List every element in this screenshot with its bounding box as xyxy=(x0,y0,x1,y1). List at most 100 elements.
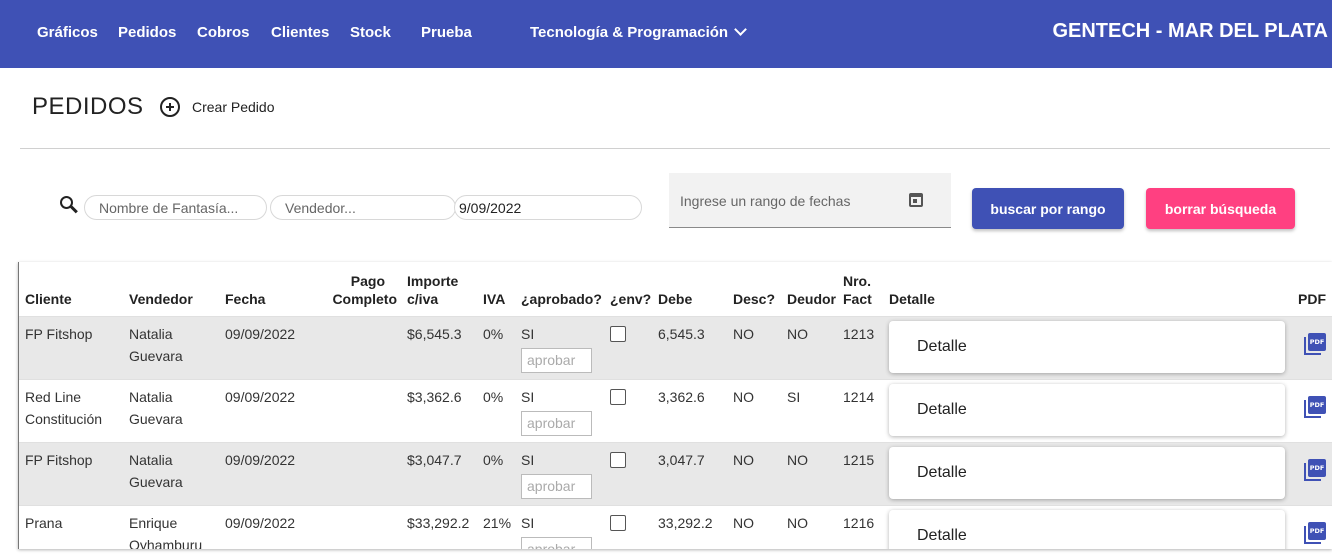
aprobado-value: SI xyxy=(521,325,535,342)
col-header-env: ¿env? xyxy=(610,290,652,307)
col-header-nro-fact: Nro. Fact xyxy=(837,262,883,316)
cell-nro-fact: 1215 xyxy=(843,451,875,468)
cell-env xyxy=(604,379,652,442)
cell-pdf: PDF xyxy=(1292,379,1332,442)
cell-desc: NO xyxy=(733,514,754,531)
pdf-icon-label: PDF xyxy=(1308,521,1326,540)
cell-deudor: NO xyxy=(787,514,808,531)
date-input[interactable]: 9/09/2022 xyxy=(454,195,642,220)
search-range-button[interactable]: buscar por rango xyxy=(972,188,1124,229)
detail-button[interactable]: Detalle xyxy=(889,509,1285,549)
cell-pago xyxy=(325,379,401,442)
cell-vendedor: Enrique Oyhamburu xyxy=(129,514,203,550)
col-header-cliente: Cliente xyxy=(25,290,72,307)
cell-iva: 21% xyxy=(483,514,512,531)
cell-importe: $6,545.3 xyxy=(407,325,462,342)
pdf-icon[interactable]: PDF xyxy=(1304,458,1326,481)
detail-button[interactable]: Detalle xyxy=(889,446,1285,499)
sent-checkbox[interactable] xyxy=(610,388,626,405)
create-order-button[interactable]: Crear Pedido xyxy=(160,97,275,117)
cell-pdf: PDF xyxy=(1292,442,1332,505)
nav-dropdown-label: Tecnología & Programación xyxy=(530,24,729,41)
col-header-pago-l1: Pago xyxy=(350,272,385,289)
clear-search-button[interactable]: borrar búsqueda xyxy=(1146,188,1295,229)
cell-nro-fact: 1214 xyxy=(843,388,875,405)
cell-desc: NO xyxy=(733,388,754,405)
col-header-debe: Debe xyxy=(658,290,693,307)
cell-debe: 6,545.3 xyxy=(658,325,705,342)
sent-checkbox[interactable] xyxy=(610,451,626,468)
detail-button[interactable]: Detalle xyxy=(889,320,1285,373)
cell-detalle: Detalle xyxy=(883,379,1292,442)
table-row: FP Fitshop Natalia Guevara 09/09/2022 $6… xyxy=(19,316,1332,379)
cell-desc: NO xyxy=(733,325,754,342)
pdf-icon[interactable]: PDF xyxy=(1304,395,1326,418)
col-header-importe-l1: Importe xyxy=(407,272,459,289)
cell-fecha: 09/09/2022 xyxy=(225,388,296,405)
cell-vendedor: Natalia Guevara xyxy=(129,451,183,490)
cell-aprobado: SI aprobar xyxy=(515,442,604,505)
sent-checkbox[interactable] xyxy=(610,325,626,342)
fantasy-name-input[interactable]: Nombre de Fantasía... xyxy=(84,195,267,220)
cell-nro-fact: 1213 xyxy=(843,325,875,342)
nav-item-clientes[interactable]: Clientes xyxy=(271,24,329,41)
orders-table: Cliente Vendedor Fecha Pago Completo Impo… xyxy=(18,262,1332,549)
cell-aprobado: SI aprobar xyxy=(515,316,604,379)
sent-checkbox[interactable] xyxy=(610,514,626,531)
cell-fecha: 09/09/2022 xyxy=(225,325,296,342)
cell-cliente: Prana xyxy=(25,514,63,531)
cell-cliente: FP Fitshop xyxy=(25,451,93,468)
nav-item-graficos[interactable]: Gráficos xyxy=(37,24,98,41)
cell-deudor: NO xyxy=(787,325,808,342)
col-header-pago-completo: Pago Completo xyxy=(325,262,401,316)
cell-nro-fact: 1216 xyxy=(843,514,875,531)
nav-item-pedidos[interactable]: Pedidos xyxy=(118,24,176,41)
nav-item-stock[interactable]: Stock xyxy=(350,24,391,41)
brand-title: GENTECH - MAR DEL PLATA xyxy=(1052,20,1328,42)
add-circle-icon xyxy=(160,97,180,117)
cell-detalle: Detalle xyxy=(883,442,1292,505)
col-header-fecha: Fecha xyxy=(225,290,266,307)
cell-env xyxy=(604,505,652,549)
approve-button[interactable]: aprobar xyxy=(521,536,592,549)
top-navbar: Gráficos Pedidos Cobros Clientes Stock P… xyxy=(0,0,1332,68)
pdf-icon-label: PDF xyxy=(1308,458,1326,477)
col-header-deudor: Deudor xyxy=(787,290,836,307)
cell-env xyxy=(604,316,652,379)
date-range-field[interactable]: Ingrese un rango de fechas xyxy=(669,173,951,228)
cell-importe: $3,047.7 xyxy=(407,451,462,468)
pdf-icon[interactable]: PDF xyxy=(1304,521,1326,544)
cell-env xyxy=(604,442,652,505)
aprobado-value: SI xyxy=(521,514,535,531)
table-row: Red Line Constitución Natalia Guevara 09… xyxy=(19,379,1332,442)
col-header-aprobado: ¿aprobado? xyxy=(521,290,602,307)
aprobado-value: SI xyxy=(521,388,535,405)
col-header-iva: IVA xyxy=(483,290,506,307)
cell-detalle: Detalle xyxy=(883,316,1292,379)
pdf-icon[interactable]: PDF xyxy=(1304,332,1326,355)
page-title: PEDIDOS xyxy=(32,93,144,120)
table-row: FP Fitshop Natalia Guevara 09/09/2022 $3… xyxy=(19,442,1332,505)
table-header-row: Cliente Vendedor Fecha Pago Completo Impo… xyxy=(19,262,1332,316)
seller-input[interactable]: Vendedor... xyxy=(270,195,456,220)
col-header-nro-l1: Nro. xyxy=(843,272,871,289)
approve-button[interactable]: aprobar xyxy=(521,410,592,436)
cell-pdf: PDF xyxy=(1292,505,1332,549)
detail-button[interactable]: Detalle xyxy=(889,383,1285,436)
pdf-icon-label: PDF xyxy=(1308,395,1326,414)
nav-dropdown-tecnologia[interactable]: Tecnología & Programación xyxy=(530,23,747,41)
cell-deudor: SI xyxy=(787,388,801,405)
nav-item-cobros[interactable]: Cobros xyxy=(197,24,250,41)
approve-button[interactable]: aprobar xyxy=(521,473,592,499)
cell-aprobado: SI aprobar xyxy=(515,379,604,442)
cell-aprobado: SI aprobar xyxy=(515,505,604,549)
col-header-importe: Importe c/iva xyxy=(401,262,477,316)
approve-button[interactable]: aprobar xyxy=(521,347,592,373)
cell-iva: 0% xyxy=(483,451,504,468)
cell-deudor: NO xyxy=(787,451,808,468)
aprobado-value: SI xyxy=(521,451,535,468)
calendar-icon[interactable] xyxy=(909,193,923,207)
cell-desc: NO xyxy=(733,451,754,468)
cell-pago xyxy=(325,505,401,549)
nav-item-prueba[interactable]: Prueba xyxy=(421,24,472,41)
